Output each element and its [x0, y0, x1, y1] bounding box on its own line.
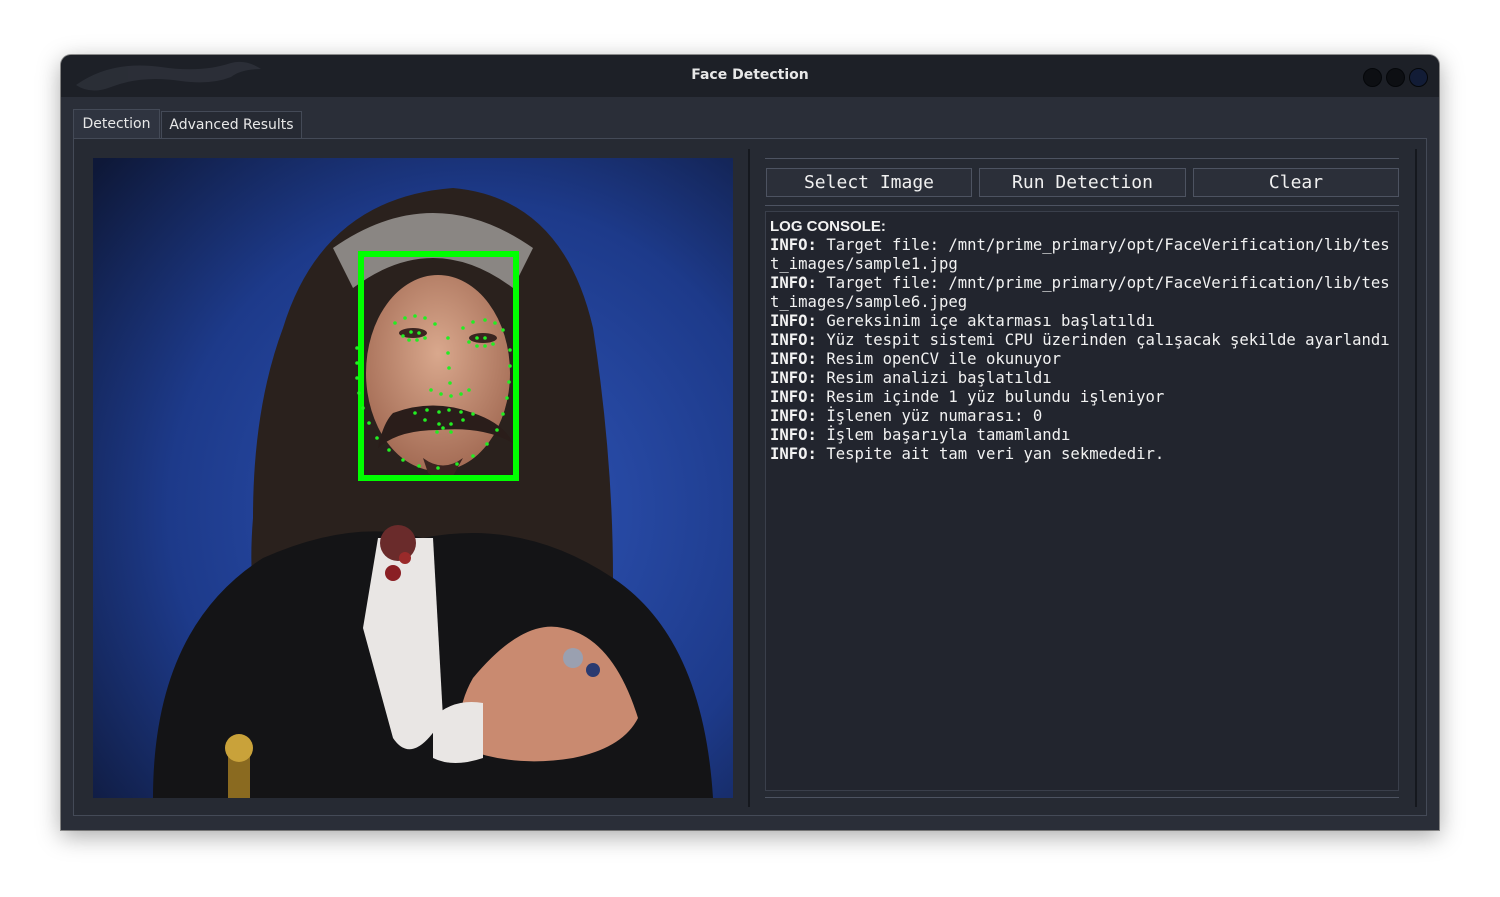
minimize-button[interactable]: [1363, 68, 1382, 87]
log-text: Tespite ait tam veri yan sekmededir.: [816, 445, 1165, 463]
log-entry: INFO: Resim openCV ile okunuyor: [770, 350, 1390, 369]
portrait-image: [93, 158, 733, 798]
log-console-title: LOG CONSOLE:: [770, 218, 886, 235]
panel-splitter[interactable]: [748, 149, 750, 807]
tab-detection[interactable]: Detection: [73, 109, 160, 139]
log-text: Target file: /mnt/prime_primary/opt/Face…: [770, 274, 1390, 311]
divider: [765, 797, 1399, 798]
detection-panel: Select Image Run Detection Clear LOG CON…: [73, 138, 1427, 816]
log-level: INFO:: [770, 369, 817, 387]
select-image-button[interactable]: Select Image: [766, 168, 972, 197]
log-entry: INFO: Tespite ait tam veri yan sekmededi…: [770, 445, 1390, 464]
log-level: INFO:: [770, 426, 817, 444]
log-level: INFO:: [770, 388, 817, 406]
log-text: Target file: /mnt/prime_primary/opt/Face…: [770, 236, 1390, 273]
right-panel-scrollbar[interactable]: [1415, 149, 1417, 807]
log-entry: INFO: Target file: /mnt/prime_primary/op…: [770, 236, 1390, 274]
log-text: Gereksinim içe aktarması başlatıldı: [816, 312, 1155, 330]
divider: [765, 205, 1399, 206]
log-entry: INFO: İşlem başarıyla tamamlandı: [770, 426, 1390, 445]
log-entry: INFO: Gereksinim içe aktarması başlatıld…: [770, 312, 1390, 331]
log-entry: INFO: Yüz tespit sistemi CPU üzerinden ç…: [770, 331, 1390, 350]
result-image: [93, 158, 733, 798]
log-level: INFO:: [770, 331, 817, 349]
log-level: INFO:: [770, 407, 817, 425]
app-window: Face Detection Detection Advanced Result…: [61, 55, 1439, 830]
tab-advanced-results[interactable]: Advanced Results: [161, 111, 302, 139]
log-level: INFO:: [770, 445, 817, 463]
log-entry: INFO: Target file: /mnt/prime_primary/op…: [770, 274, 1390, 312]
log-entry: INFO: İşlenen yüz numarası: 0: [770, 407, 1390, 426]
log-level: INFO:: [770, 350, 817, 368]
clear-button[interactable]: Clear: [1193, 168, 1399, 197]
log-console[interactable]: LOG CONSOLE: INFO: Target file: /mnt/pri…: [765, 211, 1399, 791]
run-detection-button[interactable]: Run Detection: [979, 168, 1186, 197]
maximize-button[interactable]: [1386, 68, 1405, 87]
log-level: INFO:: [770, 236, 817, 254]
log-level: INFO:: [770, 274, 817, 292]
log-text: Resim içinde 1 yüz bulundu işleniyor: [816, 388, 1165, 406]
log-text: Resim analizi başlatıldı: [816, 369, 1052, 387]
title-bar[interactable]: Face Detection: [61, 55, 1439, 97]
log-entry: INFO: Resim içinde 1 yüz bulundu işleniy…: [770, 388, 1390, 407]
log-text: İşlem başarıyla tamamlandı: [816, 426, 1071, 444]
log-text: İşlenen yüz numarası: 0: [816, 407, 1043, 425]
window-title: Face Detection: [691, 67, 809, 83]
log-text: Yüz tespit sistemi CPU üzerinden çalışac…: [816, 331, 1390, 349]
divider: [765, 158, 1399, 159]
log-entry: INFO: Resim analizi başlatıldı: [770, 369, 1390, 388]
log-text: Resim openCV ile okunuyor: [816, 350, 1062, 368]
log-level: INFO:: [770, 312, 817, 330]
close-button[interactable]: [1409, 68, 1428, 87]
